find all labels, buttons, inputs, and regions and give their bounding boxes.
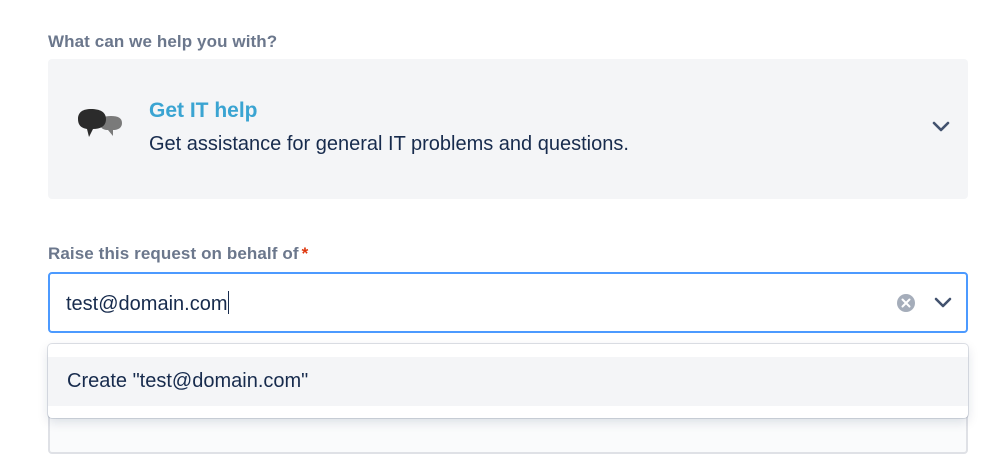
request-type-description: Get assistance for general IT problems a… (149, 133, 629, 155)
request-type-label: What can we help you with? (48, 32, 278, 51)
behalf-label-text: Raise this request on behalf of (48, 244, 299, 263)
required-marker: * (301, 244, 309, 263)
chevron-down-icon[interactable] (932, 120, 950, 134)
text-caret (228, 291, 230, 314)
request-type-select[interactable]: Get IT help Get assistance for general I… (48, 59, 968, 199)
clear-icon[interactable] (896, 293, 916, 313)
behalf-input-text: test@domain.com (66, 293, 228, 315)
menu-option-create[interactable]: Create "test@domain.com" (48, 357, 968, 406)
behalf-input[interactable]: test@domain.com (48, 272, 968, 333)
request-form: What can we help you with? Get IT help G… (0, 0, 999, 471)
speech-bubbles-icon (76, 107, 126, 147)
request-type-title: Get IT help (149, 99, 258, 122)
menu-option-label: Create "test@domain.com" (67, 370, 309, 392)
behalf-input-value[interactable]: test@domain.com (66, 291, 230, 316)
behalf-field-label: Raise this request on behalf of * (48, 244, 308, 264)
chevron-down-icon[interactable] (934, 296, 952, 310)
dropdown-menu: Create "test@domain.com" (48, 344, 968, 418)
